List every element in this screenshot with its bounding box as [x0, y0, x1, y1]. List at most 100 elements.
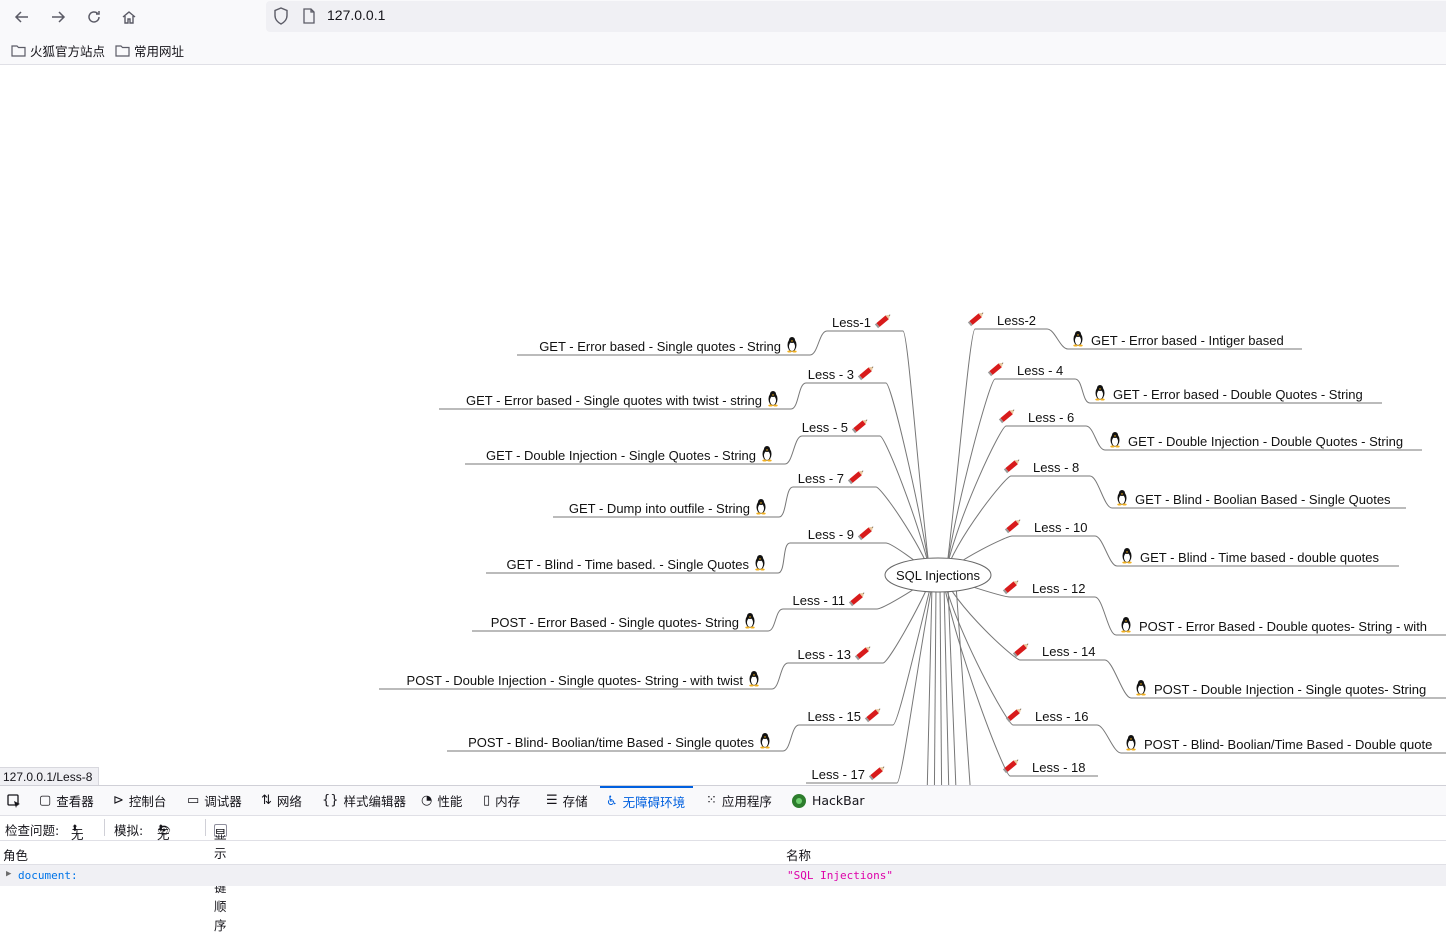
less-label: Less - 9: [808, 527, 854, 542]
picker-icon: [7, 793, 20, 808]
tab-performance[interactable]: ◔ 性能: [421, 786, 462, 815]
pencil-icon: [864, 708, 881, 723]
tab-storage[interactable]: ☰ 存储: [546, 786, 588, 815]
bookmark-label: 火狐官方站点: [30, 43, 106, 59]
link-line: [943, 584, 950, 785]
tab-label: 无障碍环境: [622, 795, 686, 810]
less-label: Less - 16: [1035, 709, 1088, 724]
less-label: Less - 7: [798, 471, 844, 486]
less-label: Less - 12: [1032, 581, 1085, 596]
column-name[interactable]: 名称: [786, 845, 811, 864]
arrow-left-icon: [14, 11, 28, 23]
tab-application[interactable]: ⁙ 应用程序: [706, 786, 772, 815]
penguin-icon: [1110, 432, 1120, 448]
pencil-icon: [847, 470, 864, 485]
hackbar-icon: [792, 793, 806, 808]
less-label: Less - 6: [1028, 410, 1074, 425]
shield-icon[interactable]: [272, 6, 290, 26]
tab-label: HackBar: [812, 793, 865, 808]
home-button[interactable]: [116, 4, 142, 30]
pencil-icon: [987, 362, 1004, 377]
penguin-icon: [1126, 735, 1136, 751]
tab-label: 性能: [437, 794, 463, 809]
less-label: Less - 14: [1042, 644, 1095, 659]
reload-button[interactable]: [81, 4, 107, 30]
penguin-icon: [745, 613, 755, 629]
page-content: Less-1 GET - Error based - Single quotes …: [0, 65, 1446, 785]
bookmarks-toolbar: 火狐官方站点 常用网址: [0, 33, 1446, 65]
tab-debugger[interactable]: ▭ 调试器: [187, 786, 242, 815]
penguin-icon: [749, 671, 759, 687]
link-line: [933, 584, 937, 785]
lesson-description: GET - Blind - Time based. - Single Quote…: [506, 557, 749, 572]
less-label: Less - 17: [812, 767, 865, 782]
pencil-icon: [857, 526, 874, 541]
inspector-icon: ▢: [39, 793, 52, 808]
reload-icon: [88, 11, 100, 23]
folder-icon: [115, 44, 130, 57]
column-role[interactable]: 角色: [3, 845, 28, 864]
grid-icon: ⁙: [706, 793, 717, 808]
tab-inspector[interactable]: ▢ 查看器: [39, 786, 94, 815]
penguin-icon: [1117, 490, 1127, 506]
pencil-icon: [848, 592, 865, 607]
row-name: "SQL Injections": [787, 869, 893, 882]
tab-label: 调试器: [204, 794, 242, 809]
back-button[interactable]: [9, 4, 35, 30]
link-line: [926, 584, 933, 785]
expand-arrow-icon[interactable]: ▶: [6, 869, 11, 879]
tab-label: 控制台: [128, 794, 167, 809]
check-issues-label: 检查问题:: [5, 823, 60, 838]
braces-icon: {}: [322, 793, 339, 808]
penguin-icon: [760, 733, 770, 749]
less-label: Less-1: [832, 315, 871, 330]
devtools-tabbar: ▢ 查看器 ⊳ 控制台 ▭ 调试器 ⇅ 网络 {} 样式编辑器 ◔ 性能 ▯ 内存 ☰ 存储 ♿…: [0, 786, 1446, 816]
arrow-right-icon: [52, 11, 66, 23]
tab-label: 内存: [495, 794, 521, 809]
bookmark-firefox-official[interactable]: 火狐官方站点: [11, 41, 105, 59]
tree-row[interactable]: ▶ document: "SQL Injections": [0, 865, 1446, 886]
tab-console[interactable]: ⊳ 控制台: [113, 786, 166, 815]
penguin-icon: [1095, 385, 1105, 401]
link-line: [955, 584, 971, 785]
tab-style-editor[interactable]: {} 样式编辑器: [322, 786, 406, 815]
link-line: [892, 574, 934, 726]
navigation-toolbar: 127.0.0.1: [0, 0, 1446, 33]
pencil-icon: [1012, 643, 1029, 658]
forward-button[interactable]: [45, 4, 71, 30]
tab-label: 查看器: [56, 794, 94, 809]
penguin-icon: [1121, 617, 1131, 633]
accessibility-toolbar: 检查问题: 无 ⬍ 模拟: 👁 无 ⬍ 显示 Tab 键顺序: [0, 816, 1446, 933]
less-label: Less - 15: [808, 709, 861, 724]
tab-hackbar[interactable]: HackBar: [791, 786, 865, 815]
tab-memory[interactable]: ▯ 内存: [483, 786, 520, 815]
pencil-icon: [967, 312, 984, 327]
url-bar[interactable]: [266, 1, 1446, 32]
pencil-icon: [998, 409, 1015, 424]
element-picker-button[interactable]: [6, 786, 22, 815]
tab-label: 网络: [276, 794, 302, 809]
tab-label: 存储: [562, 794, 588, 809]
less-label: Less - 10: [1034, 520, 1087, 535]
link-line: [939, 584, 943, 785]
bookmark-label: 常用网址: [134, 43, 185, 59]
pencil-icon: [1004, 519, 1021, 534]
memory-icon: ▯: [483, 793, 491, 808]
bookmark-common-sites[interactable]: 常用网址: [115, 41, 184, 59]
tab-network[interactable]: ⇅ 网络: [261, 786, 302, 815]
folder-icon: [11, 44, 26, 57]
less-label: Less-2: [997, 313, 1036, 328]
url-text[interactable]: 127.0.0.1: [327, 7, 385, 23]
lesson-description: POST - Double Injection - Single quotes-…: [407, 673, 744, 688]
pencil-icon: [874, 314, 891, 329]
lesson-description: GET - Blind - Time based - double quotes: [1140, 550, 1379, 565]
lesson-description: GET - Dump into outfile - String: [569, 501, 750, 516]
link-line: [945, 328, 976, 576]
tree-column-headers: 角色 名称: [0, 841, 1446, 865]
less-label: Less - 11: [792, 593, 845, 608]
pencil-icon: [854, 646, 871, 661]
penguin-icon: [755, 555, 765, 571]
less-label: Less - 13: [798, 647, 851, 662]
pencil-icon: [851, 419, 868, 434]
tab-accessibility[interactable]: ♿ 无障碍环境: [600, 786, 694, 815]
